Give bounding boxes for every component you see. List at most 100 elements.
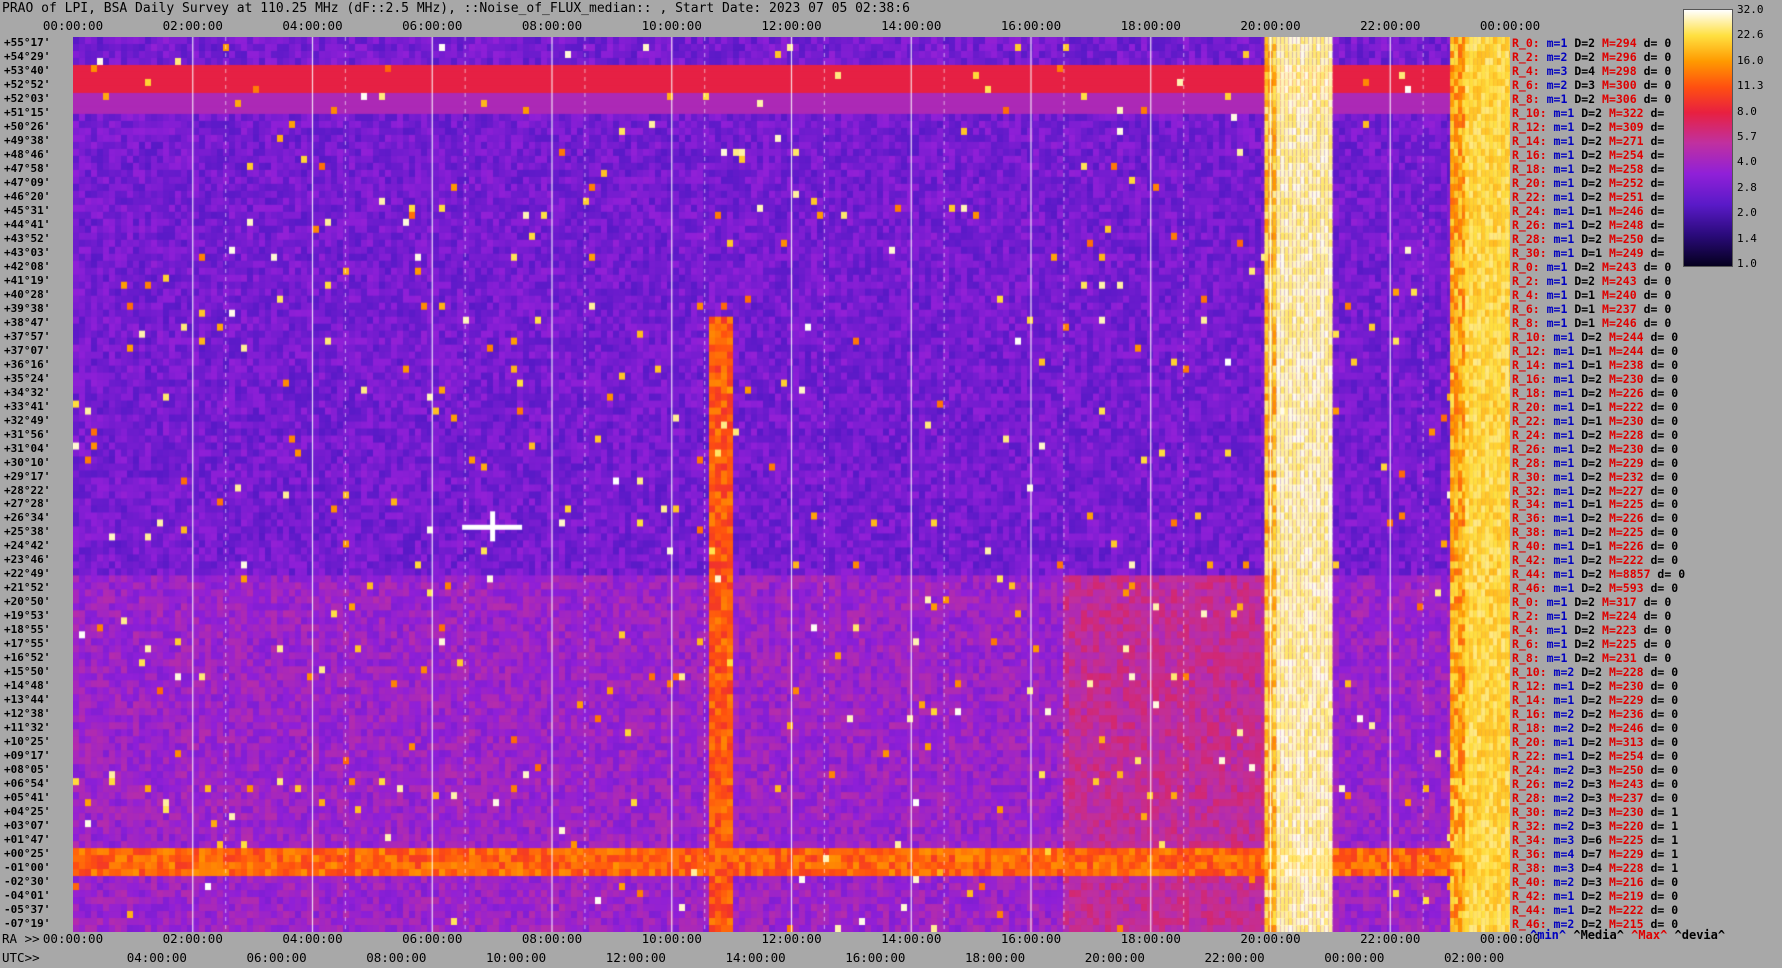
declination-label: +31°56' — [4, 427, 51, 441]
stats-m-value: m=1 — [1553, 371, 1582, 386]
stats-row: R_24: m=1 D=2 M=228 d= 0 — [1512, 428, 1678, 442]
legend-max: ^Max^ — [1631, 928, 1668, 942]
colorbar-tick-label: 1.0 — [1737, 257, 1757, 270]
stats-m-value: M=230 — [1608, 413, 1651, 428]
heatmap-canvas — [73, 37, 1510, 932]
stats-row: R_4: m=3 D=4 M=298 d= 0 — [1512, 64, 1671, 78]
stats-d-value: D=2 — [1581, 679, 1609, 694]
stats-d-value: D=2 — [1574, 651, 1603, 666]
stats-r-value: R_4: — [1512, 287, 1547, 302]
utc-tick-label: 08:00:00 — [366, 950, 427, 965]
stats-r-value: R_40: — [1512, 875, 1554, 890]
declination-label: +04°25' — [4, 805, 51, 819]
stats-row: R_30: m=1 D=2 M=232 d= 0 — [1512, 470, 1678, 484]
stats-d-value: d= 0 — [1650, 791, 1679, 806]
stats-m-value: M=258 — [1608, 161, 1651, 176]
utc-tick-label: 06:00:00 — [246, 950, 307, 965]
stats-m-value: m=1 — [1546, 609, 1575, 624]
utc-axis-prefix: UTC>> — [2, 950, 40, 965]
stats-m-value: M=250 — [1608, 763, 1651, 778]
stats-row: R_10: m=2 D=2 M=228 d= 0 — [1512, 665, 1678, 679]
stats-r-value: R_26: — [1512, 777, 1554, 792]
stats-m-value: M=317 — [1602, 595, 1644, 610]
stats-r-value: R_12: — [1512, 119, 1554, 134]
stats-d-value: d= 0 — [1650, 399, 1679, 414]
ra-tick-label: 02:00:00 — [162, 931, 223, 946]
stats-d-value: d= — [1650, 245, 1665, 260]
stats-r-value: R_6: — [1512, 637, 1547, 652]
top-tick-label: 00:00:00 — [42, 18, 104, 33]
declination-label: +26°34' — [4, 511, 51, 525]
stats-d-value: d= — [1650, 105, 1665, 120]
stats-r-value: R_32: — [1512, 819, 1554, 834]
stats-d-value: d= 0 — [1650, 525, 1679, 540]
stats-m-value: M=246 — [1608, 721, 1651, 736]
declination-label: +54°29' — [4, 49, 51, 63]
declination-label: +43°03' — [4, 245, 51, 259]
stats-row: R_16: m=1 D=2 M=230 d= 0 — [1512, 372, 1678, 386]
declination-label: +17°55' — [4, 637, 51, 651]
stats-m-value: M=246 — [1608, 203, 1651, 218]
stats-d-value: d= 0 — [1650, 777, 1679, 792]
stats-d-value: d= 0 — [1650, 735, 1679, 750]
stats-row: R_8: m=1 D=1 M=246 d= 0 — [1512, 316, 1671, 330]
stats-m-value: M=593 — [1608, 581, 1651, 596]
stats-d-value: d= 0 — [1643, 49, 1672, 64]
stats-m-value: m=2 — [1553, 805, 1582, 820]
stats-r-value: R_32: — [1512, 483, 1554, 498]
stats-d-value: D=2 — [1581, 231, 1609, 246]
stats-row: R_22: m=1 D=2 M=251 d= — [1512, 190, 1664, 204]
stats-m-value: m=1 — [1553, 119, 1582, 134]
stats-d-value: d= 0 — [1650, 707, 1679, 722]
stats-d-value: D=2 — [1574, 623, 1603, 638]
stats-m-value: M=306 — [1602, 91, 1644, 106]
stats-d-value: D=2 — [1581, 553, 1609, 568]
stats-d-value: d= — [1650, 231, 1665, 246]
stats-d-value: d= 0 — [1643, 36, 1672, 50]
declination-label: +05°41' — [4, 791, 51, 805]
stats-d-value: d= 0 — [1643, 623, 1672, 638]
declination-label: -05°37' — [4, 903, 51, 917]
stats-d-value: D=2 — [1581, 105, 1609, 120]
stats-r-value: R_28: — [1512, 791, 1554, 806]
declination-label: +50°26' — [4, 119, 51, 133]
stats-row: R_22: m=1 D=2 M=254 d= 0 — [1512, 749, 1678, 763]
stats-m-value: m=1 — [1553, 525, 1582, 540]
declination-label: +37°07' — [4, 343, 51, 357]
stats-row: R_16: m=2 D=2 M=236 d= 0 — [1512, 707, 1678, 721]
stats-row: R_0: m=1 D=2 M=294 d= 0 — [1512, 36, 1671, 50]
stats-m-value: m=2 — [1553, 875, 1582, 890]
stats-m-value: m=3 — [1553, 833, 1582, 848]
stats-r-value: R_20: — [1512, 175, 1554, 190]
stats-m-value: M=240 — [1602, 287, 1644, 302]
stats-r-value: R_10: — [1512, 105, 1554, 120]
stats-row: R_18: m=1 D=2 M=258 d= — [1512, 162, 1664, 176]
stats-d-value: d= — [1650, 175, 1665, 190]
stats-d-value: D=1 — [1581, 497, 1609, 512]
stats-r-value: R_6: — [1512, 301, 1547, 316]
stats-row: R_0: m=1 D=2 M=243 d= 0 — [1512, 260, 1671, 274]
stats-d-value: d= 0 — [1650, 693, 1679, 708]
stats-r-value: R_30: — [1512, 469, 1554, 484]
stats-r-value: R_12: — [1512, 679, 1554, 694]
stats-d-value: D=2 — [1581, 161, 1609, 176]
stats-r-value: R_14: — [1512, 357, 1554, 372]
ra-tick-label: 16:00:00 — [1000, 931, 1062, 946]
stats-r-value: R_16: — [1512, 371, 1554, 386]
stats-m-value: M=222 — [1608, 399, 1651, 414]
stats-r-value: R_2: — [1512, 273, 1547, 288]
stats-m-value: m=1 — [1553, 329, 1582, 344]
stats-m-value: M=229 — [1608, 847, 1651, 862]
stats-d-value: D=2 — [1581, 525, 1609, 540]
declination-label: +20°50' — [4, 595, 51, 609]
stats-r-value: R_46: — [1512, 581, 1554, 596]
stats-d-value: d= 0 — [1643, 63, 1672, 78]
stats-r-value: R_10: — [1512, 665, 1554, 680]
stats-m-value: m=1 — [1546, 287, 1575, 302]
stats-m-value: M=225 — [1602, 637, 1644, 652]
stats-m-value: M=271 — [1608, 133, 1651, 148]
declination-label: +41°19' — [4, 273, 51, 287]
stats-row: R_40: m=1 D=1 M=226 d= 0 — [1512, 539, 1678, 553]
declination-label: +08°05' — [4, 763, 51, 777]
colorbar-tick-label: 2.0 — [1737, 206, 1757, 220]
